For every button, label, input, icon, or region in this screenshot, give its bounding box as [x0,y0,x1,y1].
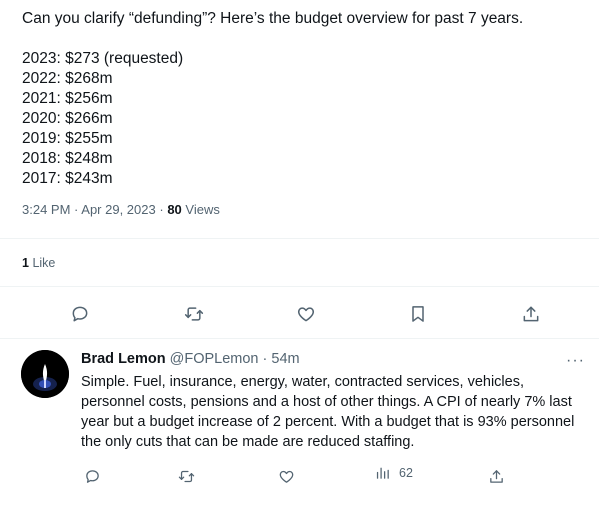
reply-reply-button[interactable] [80,464,104,488]
tweet-time[interactable]: 3:24 PM [22,202,70,217]
divider [0,338,599,339]
likes-count: 1 [22,256,29,270]
candle-icon [21,350,69,398]
reply-icon [85,469,99,483]
views-label: Views [185,202,220,217]
reply-action-bar: 62 [0,464,599,486]
tweet-text: Can you clarify “defunding”? Here’s the … [22,9,592,189]
reply-time[interactable]: 54m [271,351,299,367]
share-icon [523,306,539,322]
reply-retweet-button[interactable] [174,464,198,488]
bookmark-button[interactable] [406,302,430,326]
budget-line: 2020: $266m [22,110,113,127]
retweet-button[interactable] [182,302,206,326]
budget-line: 2021: $256m [22,90,113,107]
likes-link[interactable]: 1 Like [22,256,55,270]
share-icon [489,469,503,483]
likes-label: Like [32,256,56,270]
meta-separator: · [262,351,268,367]
budget-line: 2022: $268m [22,70,113,87]
reply-views-count: 62 [399,465,413,480]
tweet-meta: 3:24 PM · Apr 29, 2023 · 80 Views [22,202,220,217]
divider [0,238,599,239]
reply-icon [72,306,88,322]
reply-views-button[interactable]: 62 [374,464,413,481]
reply-author-handle[interactable]: @FOPLemon [170,351,259,367]
reply-share-button[interactable] [484,464,508,488]
tweet-intro: Can you clarify “defunding”? Here’s the … [22,10,524,27]
heart-icon [279,470,293,483]
reply-header: Brad Lemon @FOPLemon · 54m [81,351,300,367]
budget-line: 2023: $273 (requested) [22,50,184,67]
tweet-date[interactable]: Apr 29, 2023 [81,202,155,217]
budget-line: 2017: $243m [22,170,113,187]
budget-line: 2018: $248m [22,150,113,167]
retweet-icon [184,307,204,321]
reply-author-name[interactable]: Brad Lemon [81,351,166,367]
retweet-icon [178,470,194,482]
tweet-action-bar [0,302,599,326]
reply-text: Simple. Fuel, insurance, energy, water, … [81,374,575,450]
budget-line: 2019: $255m [22,130,113,147]
more-options-button[interactable]: ··· [566,352,585,370]
bookmark-icon [412,306,424,322]
avatar[interactable] [21,350,69,398]
share-button[interactable] [519,302,543,326]
reply-like-button[interactable] [274,464,298,488]
divider [0,286,599,287]
reply-button[interactable] [68,302,92,326]
like-button[interactable] [294,302,318,326]
analytics-icon [376,467,389,479]
reply-tweet[interactable]: Brad Lemon @FOPLemon · 54m ··· Simple. F… [0,340,599,505]
heart-icon [297,307,315,322]
views-count: 80 [167,202,182,217]
